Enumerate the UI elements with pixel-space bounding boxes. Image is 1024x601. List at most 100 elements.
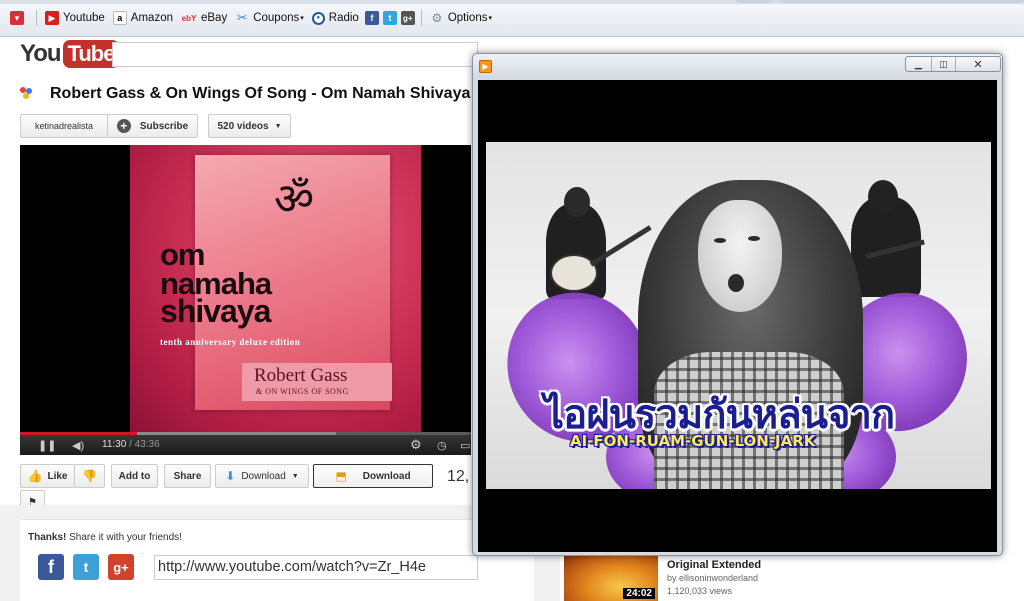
facebook-icon: f xyxy=(364,11,379,25)
youtube-logo[interactable]: You Tube xyxy=(20,40,120,68)
share-button[interactable]: Share xyxy=(164,464,211,488)
pocket-icon: ▾ xyxy=(10,11,24,25)
facebook-bookmark[interactable]: f xyxy=(363,9,381,27)
chevron-down-icon: ▾ xyxy=(488,15,492,22)
bookmark-label: eBay xyxy=(200,12,228,24)
bookmark-radio[interactable]: ● Radio xyxy=(308,9,363,27)
toolbar-separator xyxy=(36,10,37,26)
bookmark-amazon[interactable]: a Amazon xyxy=(109,9,177,27)
chevron-down-icon: ▾ xyxy=(300,15,304,22)
dislike-button[interactable]: 👎 xyxy=(74,464,105,488)
chevron-down-icon: ▼ xyxy=(274,122,282,130)
share-url-field[interactable]: http://www.youtube.com/watch?v=Zr_H4e xyxy=(154,555,478,580)
channel-badge-icon xyxy=(20,87,34,101)
tab-edge[interactable] xyxy=(736,0,772,3)
album-edition: tenth anniversary deluxe edition xyxy=(160,337,301,347)
youtube-icon: ▶ xyxy=(45,11,59,25)
amazon-icon: a xyxy=(112,11,127,25)
share-prompt-rest: Share it with your friends! xyxy=(66,532,182,543)
video-player[interactable]: ॐ om namaha shivaya tenth anniversary de… xyxy=(20,145,471,455)
channel-name-button[interactable]: ketinadrealista xyxy=(20,114,108,138)
bookmark-ebay[interactable]: ebY eBay xyxy=(177,9,231,27)
googleplus-share-icon[interactable]: g+ xyxy=(108,554,134,580)
chevron-down-icon: ▼ xyxy=(291,472,299,480)
time-display: 11:30 / 43:36 xyxy=(102,439,160,450)
ebay-icon: ebY xyxy=(181,13,197,23)
lyrics-romanized: AI-FON-RUAM-GUN-LON-JARK xyxy=(570,432,816,450)
bookmark-youtube[interactable]: ▶ Youtube xyxy=(41,9,109,27)
singer-face xyxy=(698,200,782,312)
gear-icon[interactable]: ⚙ xyxy=(410,437,422,453)
related-video-author: by ellisoninwonderland xyxy=(667,573,759,583)
related-video-duration: 24:02 xyxy=(623,588,655,599)
album-artist-sub: & ON WINGS OF SONG xyxy=(256,387,349,396)
subscribe-button[interactable]: + Subscribe xyxy=(107,114,198,138)
options-menu[interactable]: ⚙ Options ▾ xyxy=(426,9,496,27)
clock-icon[interactable]: ◷ xyxy=(437,439,447,452)
media-player-icon: ▶ xyxy=(479,60,492,73)
window-controls: ▁ ◫ ✕ xyxy=(905,56,1001,72)
duration-time: / 43:36 xyxy=(129,439,160,450)
music-video-frame: ไอฝนรวมกันหล่นจาก AI-FON-RUAM-GUN-LON-JA… xyxy=(486,142,991,489)
googleplus-bookmark[interactable]: g+ xyxy=(399,9,417,27)
maximize-button[interactable]: ◫ xyxy=(932,57,956,71)
guitarist-left-head xyxy=(564,187,590,217)
channel-name: ketinadrealista xyxy=(34,121,94,131)
videos-label: 520 videos xyxy=(217,120,269,132)
tab-strip-edge xyxy=(0,0,1024,4)
pocket-button[interactable]: ▾ xyxy=(6,9,32,27)
related-video[interactable]: 24:02 Original Extended by ellisoninwond… xyxy=(564,553,1024,601)
download-label: Download xyxy=(241,470,286,482)
bookmark-label: Amazon xyxy=(130,12,173,24)
close-icon: ✕ xyxy=(973,58,983,71)
bookmark-label: Coupons xyxy=(253,12,300,24)
facebook-share-icon[interactable]: f xyxy=(38,554,64,580)
add-to-button[interactable]: Add to xyxy=(111,464,158,488)
related-video-title[interactable]: Original Extended xyxy=(667,559,761,571)
share-prompt: Thanks! Share it with your friends! xyxy=(28,532,182,543)
singer-eye xyxy=(748,236,760,241)
related-video-views: 1,120,033 views xyxy=(667,586,733,596)
bookmark-label: Radio xyxy=(328,12,359,24)
view-count: 12, xyxy=(447,468,470,485)
thumbs-down-icon: 👎 xyxy=(82,469,97,483)
coupon-icon: ✂ xyxy=(236,10,248,25)
acoustic-guitar xyxy=(550,254,598,292)
player-controls: ❚❚ ◀) 11:30 / 43:36 ⚙ ◷ ▭ xyxy=(20,432,471,455)
tab-edge[interactable] xyxy=(780,0,1024,3)
window-titlebar[interactable]: ▶ ▁ ◫ ✕ xyxy=(473,54,1002,78)
download-dropdown-button[interactable]: ⬇ Download ▼ xyxy=(215,464,309,488)
radio-icon: ● xyxy=(311,11,325,25)
bookmark-label: Youtube xyxy=(63,12,105,24)
twitter-bookmark[interactable]: t xyxy=(381,9,399,27)
bookmarks-toolbar: ▾ ▶ Youtube a Amazon ebY eBay ✂ Coupons ▾ ● Ra… xyxy=(0,0,1024,37)
video-screen[interactable]: ไอฝนรวมกันหล่นจาก AI-FON-RUAM-GUN-LON-JA… xyxy=(478,80,997,552)
like-label: Like xyxy=(47,470,68,482)
minimize-button[interactable]: ▁ xyxy=(906,57,932,71)
video-title-row: Robert Gass & On Wings Of Song - Om Nama… xyxy=(20,84,492,104)
pause-icon[interactable]: ❚❚ xyxy=(38,439,56,452)
videos-dropdown[interactable]: 520 videos ▼ xyxy=(208,114,291,138)
popout-icon[interactable]: ▭ xyxy=(460,439,470,452)
progress-bar[interactable] xyxy=(20,432,471,435)
subscribe-label: Subscribe xyxy=(139,120,189,132)
om-symbol: ॐ xyxy=(274,174,315,225)
add-to-label: Add to xyxy=(118,470,151,482)
progress-played xyxy=(20,432,138,435)
volume-icon[interactable]: ◀) xyxy=(72,439,84,452)
twitter-icon: t xyxy=(382,11,397,25)
gear-icon: ⚙ xyxy=(431,11,443,25)
related-video-thumbnail[interactable]: 24:02 xyxy=(564,553,658,601)
share-panel: Thanks! Share it with your friends! f t … xyxy=(20,519,534,601)
media-player-window[interactable]: ▶ ▁ ◫ ✕ ไอฝนรวมกันหล่นจาก AI-FON-RUAM-GU… xyxy=(472,53,1003,556)
twitter-share-icon[interactable]: t xyxy=(73,554,99,580)
bookmark-coupons[interactable]: ✂ Coupons ▾ xyxy=(231,9,308,27)
search-input[interactable] xyxy=(112,42,478,67)
download-button[interactable]: ⬒ Download xyxy=(313,464,433,488)
download2-label: Download xyxy=(362,470,411,482)
download-box-icon: ⬒ xyxy=(335,469,347,483)
logo-tube: Tube xyxy=(62,40,120,68)
like-button[interactable]: 👍 Like xyxy=(20,464,75,488)
singer-mouth xyxy=(728,274,744,292)
close-button[interactable]: ✕ xyxy=(956,57,1000,71)
